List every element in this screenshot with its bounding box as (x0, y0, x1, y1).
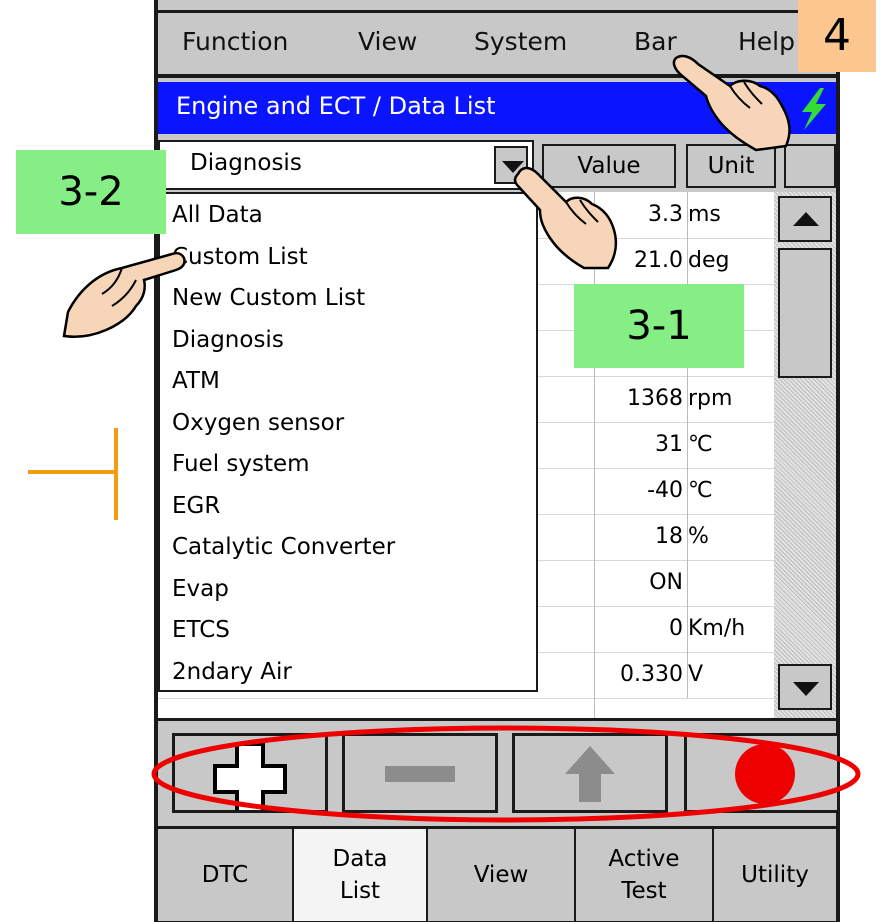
cell-unit: Km/h (688, 616, 746, 641)
bottom-tab-bar: DTC Data List View Active Test Utility (158, 826, 836, 921)
tab-data-list[interactable]: Data List (294, 829, 428, 921)
menu-view[interactable]: View (358, 27, 417, 56)
dropdown-selected-value: Diagnosis (190, 150, 302, 176)
dropdown-option[interactable]: ATM (172, 368, 220, 394)
dropdown-option[interactable]: Oxygen sensor (172, 410, 344, 436)
list-select-dropdown[interactable]: Diagnosis (158, 140, 534, 190)
triangle-up-icon (793, 212, 819, 226)
menu-function[interactable]: Function (182, 27, 288, 56)
page-title: Engine and ECT / Data List (176, 92, 496, 120)
hand-pointer-icon (672, 54, 791, 152)
toolbar-highlight-ellipse (151, 725, 861, 823)
step-callout-4: 4 (798, 0, 876, 72)
cell-value: 0 (536, 606, 688, 652)
cell-unit (686, 560, 774, 606)
dropdown-option[interactable]: ETCS (172, 617, 230, 643)
cell-unit: % (688, 524, 709, 549)
dropdown-option[interactable]: Catalytic Converter (172, 534, 395, 560)
cell-value: 18 (536, 514, 688, 560)
dropdown-option[interactable]: New Custom List (172, 285, 365, 311)
cell-value: 1368 (536, 376, 688, 422)
orange-arrow-indicator (28, 428, 118, 520)
dropdown-options-list: All Data Custom List New Custom List Diagno… (158, 192, 538, 692)
menu-bar-item[interactable]: Bar (634, 27, 677, 56)
triangle-down-icon (793, 682, 819, 696)
tab-active-test[interactable]: Active Test (576, 829, 714, 921)
step-callout-3-1: 3-1 (574, 284, 744, 368)
dropdown-option[interactable]: EGR (172, 493, 220, 519)
cell-unit: ms (688, 202, 721, 227)
scroll-up-button[interactable] (778, 196, 832, 242)
cell-value: -40 (536, 468, 688, 514)
dropdown-option[interactable]: Custom List (172, 244, 308, 270)
cell-value: ON (536, 560, 688, 606)
cell-unit: ℃ (688, 432, 713, 457)
cell-value: 31 (536, 422, 688, 468)
scroll-down-button[interactable] (778, 664, 832, 710)
tab-dtc[interactable]: DTC (158, 829, 294, 921)
dropdown-option[interactable]: 2ndary Air (172, 659, 292, 685)
tab-utility[interactable]: Utility (714, 829, 836, 921)
cell-value: 0.330 (536, 652, 688, 698)
dropdown-option[interactable]: All Data (172, 202, 263, 228)
tab-view[interactable]: View (428, 829, 576, 921)
scroll-thumb[interactable] (778, 248, 832, 378)
menu-system[interactable]: System (474, 27, 567, 56)
dropdown-option[interactable]: Fuel system (172, 451, 310, 477)
cell-unit: rpm (688, 386, 733, 411)
cell-unit: deg (688, 248, 730, 273)
cell-unit: V (688, 662, 704, 687)
vertical-scrollbar[interactable] (774, 192, 836, 718)
cell-unit: ℃ (688, 478, 713, 503)
step-callout-3-2: 3-2 (16, 150, 166, 234)
hand-pointer-icon (62, 251, 186, 338)
hand-pointer-icon (513, 166, 618, 270)
dropdown-option[interactable]: Evap (172, 576, 229, 602)
